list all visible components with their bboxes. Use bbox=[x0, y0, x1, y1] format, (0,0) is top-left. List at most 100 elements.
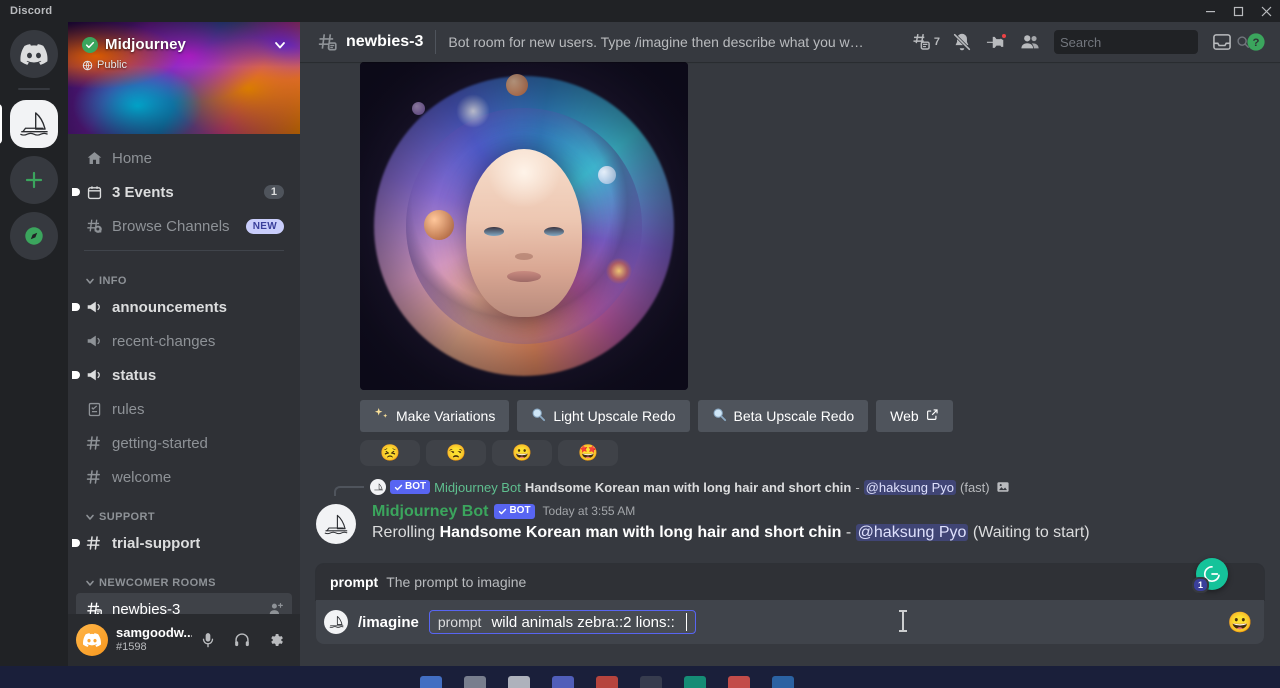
message-list[interactable]: Make Variations Light Upscale Redo Beta … bbox=[300, 62, 1280, 564]
beta-upscale-redo-button[interactable]: Beta Upscale Redo bbox=[697, 400, 869, 432]
explore-servers-button[interactable] bbox=[10, 212, 58, 260]
prompt-option-chip[interactable]: prompt wild animals zebra::2 lions:: bbox=[428, 610, 696, 634]
active-server-pill bbox=[0, 104, 2, 144]
user-settings-button[interactable] bbox=[260, 624, 292, 656]
sidebar-item-announcements[interactable]: announcements bbox=[72, 291, 292, 323]
chevron-down-icon[interactable] bbox=[272, 37, 288, 53]
persevere-reaction[interactable]: 😣 bbox=[360, 440, 420, 466]
inbox-button[interactable] bbox=[1206, 26, 1238, 58]
windows-taskbar[interactable] bbox=[0, 666, 1280, 688]
sidebar-item-rules[interactable]: rules bbox=[76, 393, 292, 425]
chevron-down-icon bbox=[86, 278, 94, 284]
notification-settings-button[interactable] bbox=[946, 26, 978, 58]
reply-mention[interactable]: @haksung Pyo bbox=[863, 479, 957, 495]
threads-button[interactable]: 7 bbox=[906, 26, 944, 58]
taskbar-item[interactable] bbox=[684, 676, 706, 688]
user-meta[interactable]: samgoodw... #1598 bbox=[116, 626, 192, 654]
maximize-button[interactable] bbox=[1224, 0, 1252, 22]
reaction-emoji: 😒 bbox=[446, 445, 466, 462]
sidebar-item-recent-changes[interactable]: recent-changes bbox=[76, 325, 292, 357]
taskbar-item[interactable] bbox=[552, 676, 574, 688]
sidebar-item-trial-support[interactable]: trial-support bbox=[72, 527, 292, 559]
sidebar-item-announcements-label: announcements bbox=[112, 298, 228, 316]
mute-button[interactable] bbox=[192, 624, 224, 656]
sidebar-item-browse-channels[interactable]: Browse Channels NEW bbox=[76, 210, 292, 242]
taskbar-item[interactable] bbox=[640, 676, 662, 688]
bot-badge: BOT bbox=[494, 504, 535, 519]
avatar[interactable] bbox=[316, 504, 356, 544]
message-prompt: Handsome Korean man with long hair and s… bbox=[439, 524, 842, 542]
reply-dash: - bbox=[855, 479, 860, 495]
prompt-option-value[interactable]: wild animals zebra::2 lions:: bbox=[491, 614, 674, 631]
close-button[interactable] bbox=[1252, 0, 1280, 22]
taskbar-item[interactable] bbox=[596, 676, 618, 688]
category-info[interactable]: INFO bbox=[68, 259, 300, 291]
grinning-reaction[interactable]: 😀 bbox=[492, 440, 552, 466]
avatar[interactable] bbox=[76, 624, 108, 656]
composer-click-area[interactable] bbox=[696, 602, 1226, 642]
member-list-button[interactable] bbox=[1014, 26, 1046, 58]
web-button[interactable]: Web bbox=[876, 400, 953, 432]
sidebar-item-newbies-3[interactable]: newbies-3 bbox=[76, 593, 292, 614]
sidebar-item-welcome[interactable]: welcome bbox=[76, 461, 292, 493]
server-rail-item-midjourney[interactable] bbox=[0, 100, 58, 148]
deafen-button[interactable] bbox=[226, 624, 258, 656]
image-vignette bbox=[360, 62, 688, 390]
taskbar-item[interactable] bbox=[464, 676, 486, 688]
light-upscale-redo-button[interactable]: Light Upscale Redo bbox=[517, 400, 690, 432]
server-rail-item-discord-home[interactable] bbox=[10, 30, 58, 78]
add-member-icon[interactable] bbox=[268, 601, 284, 614]
chevron-down-icon bbox=[86, 580, 94, 586]
sidebar-item-getting-started[interactable]: getting-started bbox=[76, 427, 292, 459]
reply-author[interactable]: Midjourney Bot bbox=[434, 480, 521, 495]
category-newcomer-rooms[interactable]: NEWCOMER ROOMS bbox=[68, 561, 300, 593]
pinned-messages-button[interactable] bbox=[980, 26, 1012, 58]
pinned-unread-dot bbox=[1000, 32, 1008, 40]
server-banner[interactable]: Midjourney Public bbox=[68, 22, 300, 134]
user-discriminator: #1598 bbox=[116, 641, 147, 654]
bot-badge: BOT bbox=[390, 479, 431, 495]
star-struck-reaction[interactable]: 🤩 bbox=[558, 440, 618, 466]
taskbar-item[interactable] bbox=[728, 676, 750, 688]
grammarly-button[interactable]: 1 bbox=[1192, 558, 1228, 593]
server-name: Midjourney bbox=[105, 36, 187, 53]
generated-image-container bbox=[300, 62, 1280, 390]
make-variations-button[interactable]: Make Variations bbox=[360, 400, 510, 432]
reply-context[interactable]: BOT Midjourney Bot Handsome Korean man w… bbox=[318, 466, 1280, 498]
message-author[interactable]: Midjourney Bot bbox=[372, 502, 488, 521]
message-prefix: Rerolling bbox=[372, 524, 436, 542]
rules-icon bbox=[84, 399, 104, 419]
rail-divider bbox=[18, 88, 50, 90]
taskbar-item[interactable] bbox=[508, 676, 530, 688]
taskbar-item[interactable] bbox=[772, 676, 794, 688]
sidebar-item-home[interactable]: Home bbox=[76, 142, 292, 174]
help-button[interactable]: ? bbox=[1240, 26, 1272, 58]
message-composer[interactable]: /imagine prompt wild animals zebra::2 li… bbox=[316, 558, 1264, 644]
light-upscale-redo-label: Light Upscale Redo bbox=[553, 408, 676, 424]
title-bar: Discord bbox=[0, 0, 1280, 22]
server-header[interactable]: Midjourney Public bbox=[68, 22, 300, 71]
search-box[interactable] bbox=[1054, 30, 1249, 54]
channel-topic[interactable]: Bot room for new users. Type /imagine th… bbox=[448, 34, 868, 50]
midjourney-sailboat-icon bbox=[20, 112, 48, 136]
reply-text: Handsome Korean man with long hair and s… bbox=[525, 479, 1010, 495]
unamused-reaction[interactable]: 😒 bbox=[426, 440, 486, 466]
taskbar-item[interactable] bbox=[420, 676, 442, 688]
category-support[interactable]: SUPPORT bbox=[68, 495, 300, 527]
message-mention[interactable]: @haksung Pyo bbox=[855, 524, 969, 542]
sidebar-item-status[interactable]: status bbox=[72, 359, 292, 391]
reply-suffix: (fast) bbox=[960, 479, 990, 495]
bot-badge-label: BOT bbox=[509, 505, 531, 517]
main-chat-area: newbies-3 Bot room for new users. Type /… bbox=[300, 22, 1280, 666]
announcement-icon bbox=[84, 365, 104, 385]
message-header: Midjourney Bot BOT Today at 3:55 AM bbox=[372, 502, 1264, 521]
minimize-button[interactable] bbox=[1196, 0, 1224, 22]
add-server-button[interactable] bbox=[10, 156, 58, 204]
new-badge: NEW bbox=[245, 218, 284, 234]
message[interactable]: Midjourney Bot BOT Today at 3:55 AM Rero… bbox=[300, 500, 1280, 544]
calendar-icon bbox=[84, 182, 104, 202]
generated-image[interactable] bbox=[360, 62, 688, 390]
announcement-icon bbox=[84, 297, 104, 317]
emoji-picker-button[interactable]: 😀 bbox=[1226, 608, 1254, 636]
sidebar-item-events[interactable]: 3 Events 1 bbox=[72, 176, 292, 208]
